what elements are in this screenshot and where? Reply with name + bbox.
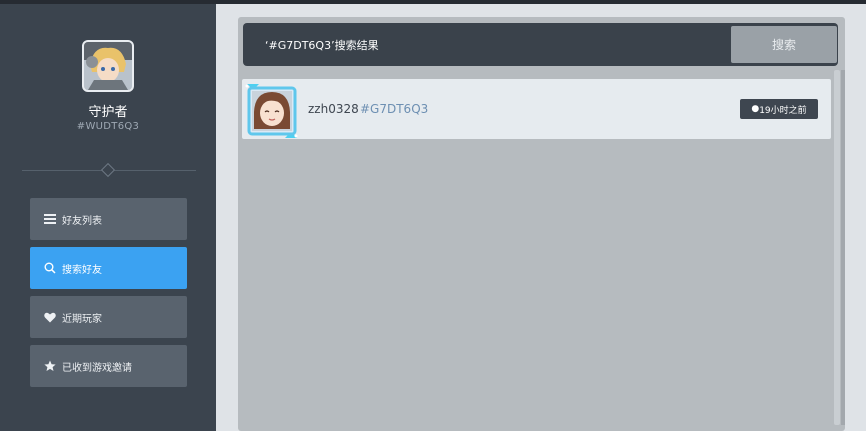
star-icon: [43, 359, 57, 373]
profile-id: #WUDT6Q3: [76, 121, 140, 132]
nav-item-game-invites[interactable]: 已收到游戏邀请: [30, 345, 187, 387]
last-seen-text: 19小时之前: [759, 105, 807, 116]
scrollbar-track[interactable]: [841, 70, 845, 425]
search-icon: [43, 261, 57, 275]
status-dot-icon: ●: [751, 104, 760, 114]
scrollbar-thumb[interactable]: [834, 70, 840, 425]
list-icon: [43, 212, 57, 226]
heart-icon: [43, 310, 57, 324]
result-avatar[interactable]: [245, 82, 299, 140]
nav-item-label: 近期玩家: [62, 313, 102, 325]
nav-item-search-friends[interactable]: 搜索好友: [30, 247, 187, 289]
nav-item-recent-players[interactable]: 近期玩家: [30, 296, 187, 338]
result-name: zzh0328: [308, 102, 359, 116]
nav-item-label: 搜索好友: [62, 264, 102, 276]
profile-name: 守护者: [88, 105, 128, 120]
nav-item-friend-list[interactable]: 好友列表: [30, 198, 187, 240]
search-results-title: ‘#G7DT6Q3’搜索结果: [265, 39, 379, 52]
profile-avatar: [82, 40, 134, 92]
nav-item-label: 好友列表: [62, 215, 102, 227]
nav-item-label: 已收到游戏邀请: [62, 362, 132, 374]
search-button[interactable]: 搜索: [731, 26, 837, 63]
result-id: #G7DT6Q3: [360, 102, 429, 116]
last-seen-badge: ● 19小时之前: [740, 99, 818, 119]
